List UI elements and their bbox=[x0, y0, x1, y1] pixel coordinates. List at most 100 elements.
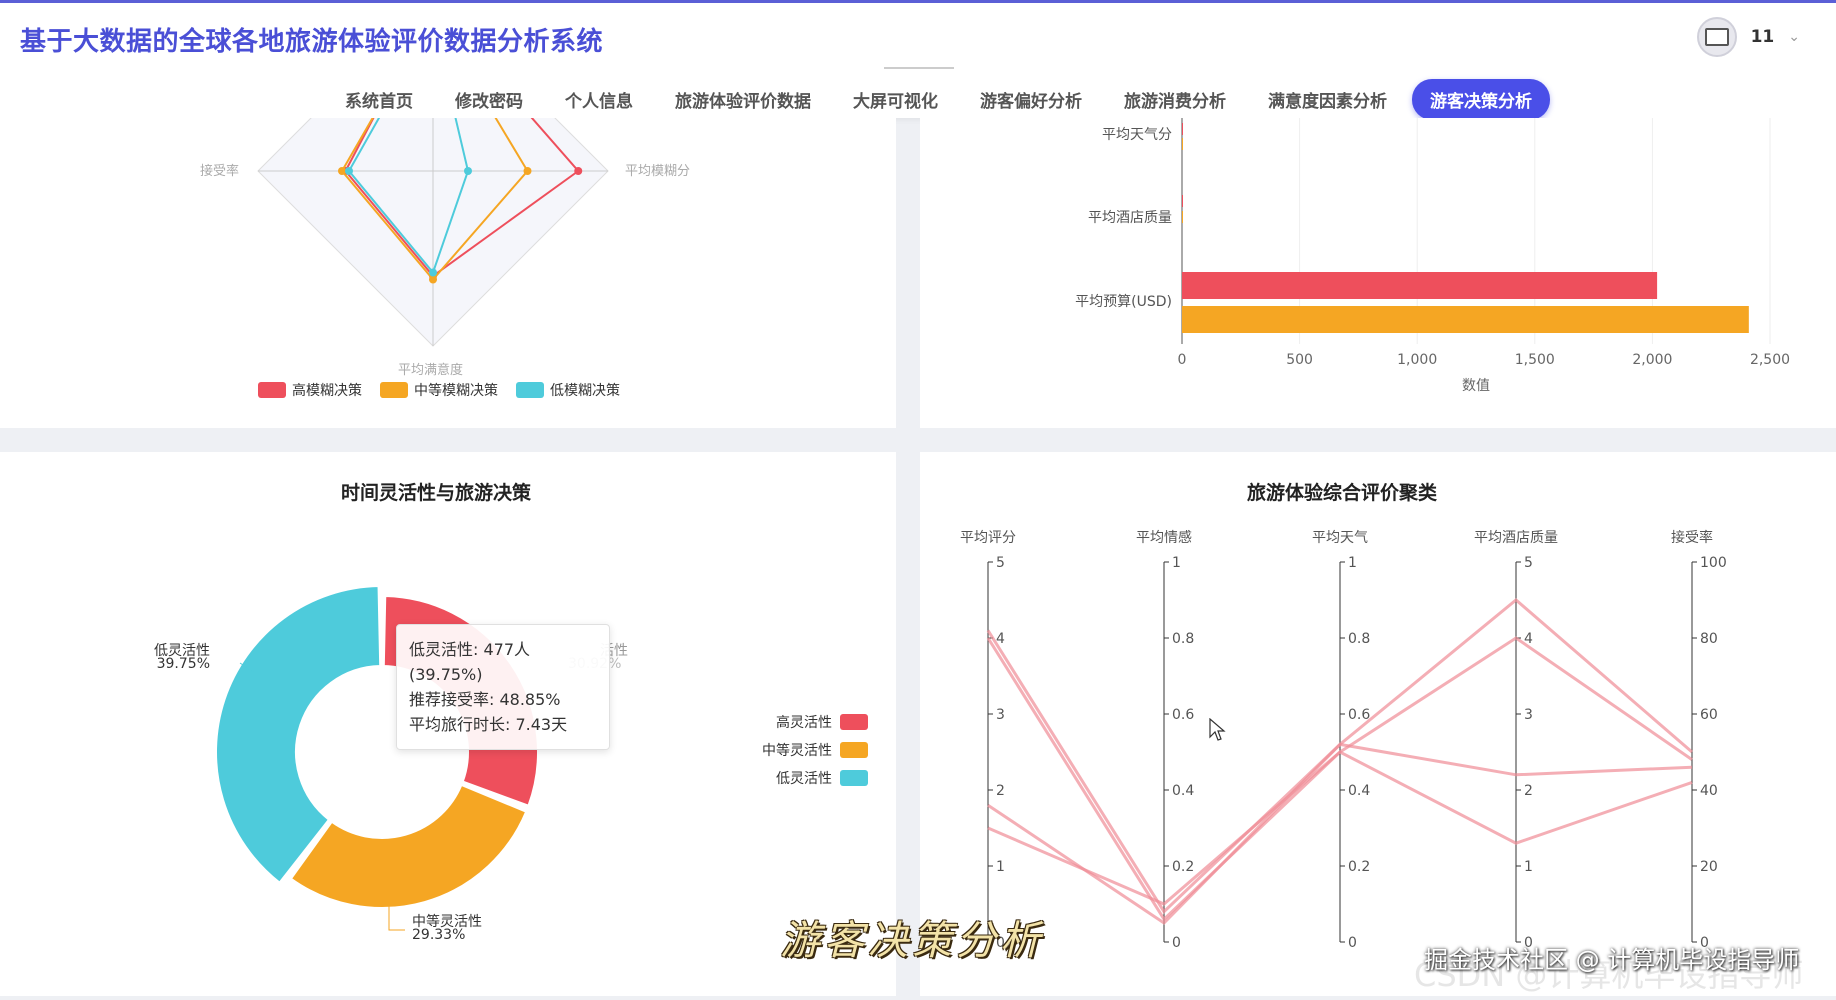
parallel-tick-label: 1 bbox=[1348, 555, 1357, 571]
donut-legend-swatch-low[interactable] bbox=[840, 770, 868, 786]
hbar-bar-hotel-1 bbox=[1182, 211, 1183, 223]
parallel-tick-label: 20 bbox=[1700, 859, 1718, 875]
parallel-tick-label: 3 bbox=[996, 707, 1005, 723]
parallel-tick-label: 1 bbox=[1524, 859, 1533, 875]
radar-point bbox=[429, 268, 437, 277]
parallel-axis-label: 平均情感 bbox=[1136, 529, 1192, 546]
legend-swatch-high[interactable] bbox=[258, 382, 286, 398]
parallel-tick-label: 1 bbox=[996, 859, 1005, 875]
nav-item-big-screen[interactable]: 大屏可视化 bbox=[832, 79, 959, 120]
top-bar: 基于大数据的全球各地旅游体验评价数据分析系统 11 ⌄ 系统首页 修改密码 个人… bbox=[0, 0, 1836, 120]
user-menu[interactable]: 11 ⌄ bbox=[1696, 17, 1800, 57]
parallel-tick-label: 5 bbox=[996, 555, 1005, 571]
tooltip-line-1: 低灵活性: 477人 (39.75%) bbox=[409, 640, 531, 684]
donut-legend-label-low[interactable]: 低灵活性 bbox=[776, 768, 832, 788]
radar-point bbox=[429, 275, 437, 284]
nav-item-home[interactable]: 系统首页 bbox=[324, 79, 434, 120]
radar-point bbox=[338, 167, 346, 175]
parallel-panel: 旅游体验综合评价聚类 平均评分 0 1 2 3 4 5 平均情感 0 0.2 0.4 0.6 0.8 1 平… bbox=[920, 452, 1836, 996]
hbar-panel: 平均天气分 平均酒店质量 平均预算(USD) 0 500 1,000 1,500 2,0… bbox=[920, 118, 1836, 428]
hbar-xtick: 0 bbox=[1178, 352, 1187, 368]
donut-legend-label-mid[interactable]: 中等灵活性 bbox=[762, 740, 832, 760]
hbar-xtick: 500 bbox=[1286, 352, 1313, 368]
parallel-tick-label: 40 bbox=[1700, 783, 1718, 799]
parallel-tick-label: 0 bbox=[1172, 935, 1181, 951]
hbar-bar-weather-1 bbox=[1182, 138, 1183, 150]
legend-swatch-mid[interactable] bbox=[380, 382, 408, 398]
nav-item-review-data[interactable]: 旅游体验评价数据 bbox=[654, 79, 832, 120]
parallel-tick-label: 2 bbox=[1524, 783, 1533, 799]
legend-swatch-low[interactable] bbox=[516, 382, 544, 398]
legend-label-low[interactable]: 低模糊决策 bbox=[550, 380, 620, 400]
main-nav: 系统首页 修改密码 个人信息 旅游体验评价数据 大屏可视化 游客偏好分析 旅游消… bbox=[324, 79, 1550, 120]
parallel-tick-label: 3 bbox=[1524, 707, 1533, 723]
donut-legend-swatch-mid[interactable] bbox=[840, 742, 868, 758]
app-title: 基于大数据的全球各地旅游体验评价数据分析系统 bbox=[20, 27, 604, 57]
avatar[interactable] bbox=[1696, 17, 1737, 57]
hbar-xtick: 2,000 bbox=[1632, 352, 1672, 368]
parallel-tick-label: 0.4 bbox=[1348, 783, 1370, 799]
nav-item-satisfaction[interactable]: 满意度因素分析 bbox=[1247, 79, 1408, 120]
donut-legend-mid[interactable]: 中等灵活性 bbox=[762, 740, 868, 760]
nav-item-change-password[interactable]: 修改密码 bbox=[434, 79, 544, 120]
nav-divider bbox=[884, 67, 954, 69]
parallel-axis-label: 平均评分 bbox=[960, 530, 1016, 546]
nav-item-consumption[interactable]: 旅游消费分析 bbox=[1103, 79, 1247, 120]
hbar-bar-weather-0 bbox=[1182, 123, 1183, 135]
donut-legend-swatch-high[interactable] bbox=[840, 714, 868, 730]
parallel-tick-label: 0.8 bbox=[1172, 631, 1194, 647]
parallel-tick-label: 100 bbox=[1700, 555, 1727, 571]
parallel-axis-label: 平均天气 bbox=[1312, 530, 1368, 546]
parallel-title: 旅游体验综合评价聚类 bbox=[1246, 482, 1437, 504]
hbar-chart: 平均天气分 平均酒店质量 平均预算(USD) 0 500 1,000 1,500 2,0… bbox=[1075, 118, 1790, 394]
juejin-watermark: 掘金技术社区 @ 计算机毕设指导师 bbox=[1424, 946, 1800, 974]
legend-label-high[interactable]: 高模糊决策 bbox=[292, 380, 362, 400]
radar-point bbox=[574, 167, 583, 175]
hbar-xtick: 1,500 bbox=[1515, 352, 1555, 368]
parallel-axis-label: 接受率 bbox=[1671, 529, 1713, 546]
radar-axis-label-satisfaction: 平均满意度 bbox=[398, 362, 463, 378]
hbar-cat-weather: 平均天气分 bbox=[1102, 127, 1172, 143]
parallel-axis-label: 平均酒店质量 bbox=[1474, 530, 1558, 546]
hbar-cat-budget: 平均预算(USD) bbox=[1075, 294, 1172, 310]
nav-item-preference[interactable]: 游客偏好分析 bbox=[959, 79, 1103, 120]
hbar-cat-hotel: 平均酒店质量 bbox=[1088, 210, 1172, 226]
hbar-bar-hotel-0 bbox=[1182, 195, 1183, 207]
parallel-tick-label: 0.4 bbox=[1172, 783, 1194, 799]
chevron-down-icon[interactable]: ⌄ bbox=[1788, 29, 1800, 45]
monitor-icon bbox=[1704, 28, 1729, 46]
radar-axis-label-acceptance: 接受率 bbox=[200, 163, 239, 179]
donut-legend-high[interactable]: 高灵活性 bbox=[776, 712, 868, 732]
radar-point bbox=[464, 167, 472, 175]
parallel-tick-label: 0.2 bbox=[1348, 859, 1370, 875]
nav-item-profile[interactable]: 个人信息 bbox=[544, 79, 654, 120]
hbar-xtick: 2,500 bbox=[1750, 352, 1790, 368]
parallel-tick-label: 80 bbox=[1700, 631, 1718, 647]
parallel-tick-label: 0.6 bbox=[1172, 707, 1194, 723]
donut-slice-1 bbox=[289, 783, 528, 909]
donut-label-mid-pct: 29.33% bbox=[412, 927, 465, 943]
donut-legend-label-high[interactable]: 高灵活性 bbox=[776, 712, 832, 732]
username[interactable]: 11 bbox=[1751, 27, 1775, 47]
legend-label-mid[interactable]: 中等模糊决策 bbox=[414, 380, 498, 400]
nav-item-decision-active[interactable]: 游客决策分析 bbox=[1412, 79, 1550, 120]
radar-axis-label-fuzzy: 平均模糊分 bbox=[625, 163, 690, 179]
parallel-tick-label: 1 bbox=[1172, 555, 1181, 571]
donut-title: 时间灵活性与旅游决策 bbox=[340, 482, 531, 504]
parallel-tick-label: 2 bbox=[996, 783, 1005, 799]
radar-panel: 接受率 平均模糊分 平均满意度 高模糊决策 中等模糊决策 低模糊决策 bbox=[0, 0, 896, 428]
hbar-xlabel: 数值 bbox=[1462, 378, 1490, 394]
radar-point bbox=[345, 167, 353, 175]
donut-label-low-pct: 39.75% bbox=[157, 656, 210, 672]
mouse-cursor-icon bbox=[1209, 718, 1226, 741]
radar-legend: 高模糊决策 中等模糊决策 低模糊决策 bbox=[258, 380, 620, 400]
donut-panel: 时间灵活性与旅游决策 低灵活性 39.75% 中等灵活性 29.33% 活性 3… bbox=[0, 452, 896, 996]
parallel-tick-label: 60 bbox=[1700, 707, 1718, 723]
parallel-tick-label: 0.2 bbox=[1172, 859, 1194, 875]
donut-tooltip: 低灵活性: 477人 (39.75%) 推荐接受率: 48.85% 平均旅行时长… bbox=[396, 624, 610, 750]
tooltip-line-3: 平均旅行时长: 7.43天 bbox=[409, 715, 568, 734]
parallel-chart: 平均评分012345平均情感00.20.40.60.81平均天气00.20.40… bbox=[960, 529, 1727, 951]
hbar-xtick: 1,000 bbox=[1397, 352, 1437, 368]
donut-legend-low[interactable]: 低灵活性 bbox=[776, 768, 868, 788]
caption-watermark: 游客决策分析 bbox=[780, 918, 1044, 964]
